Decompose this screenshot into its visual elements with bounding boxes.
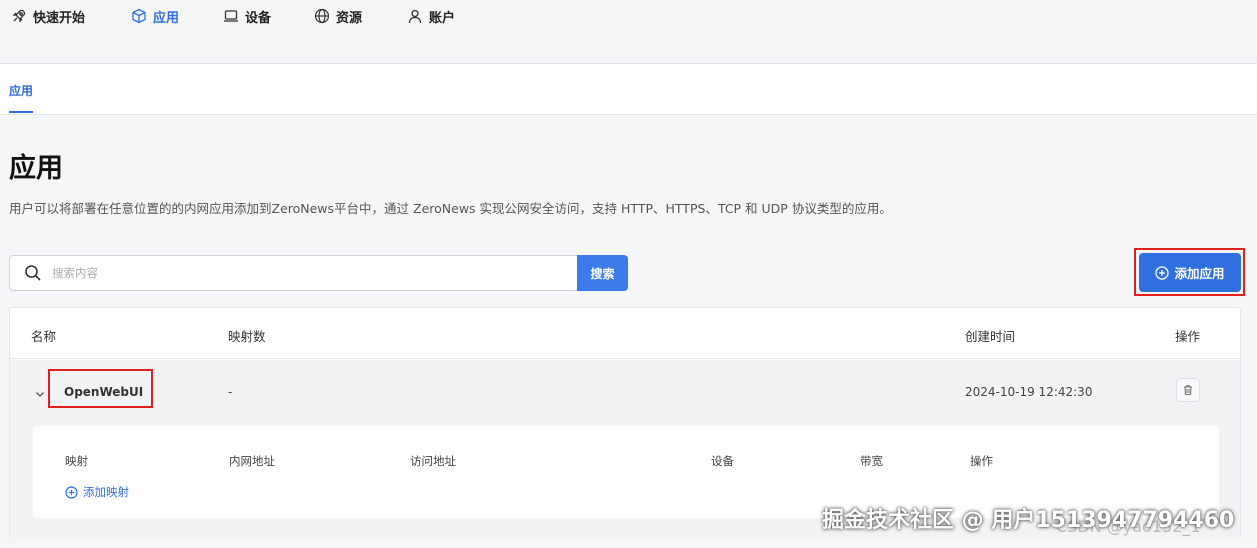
app-name[interactable]: OpenWebUI: [64, 385, 143, 399]
nav-item-resources[interactable]: 资源: [314, 6, 362, 26]
sub-tabs: 应用: [0, 64, 1257, 115]
nav-item-label: 设备: [245, 10, 272, 26]
plus-circle-icon: [1155, 265, 1170, 280]
mapping-header-mapping: 映射: [65, 454, 88, 468]
chevron-down-icon[interactable]: [34, 388, 46, 400]
mapping-header-bandwidth: 带宽: [860, 454, 883, 468]
mapping-header-access: 访问地址: [410, 454, 456, 468]
mapping-header-internal: 内网地址: [229, 454, 275, 468]
column-header-mappings: 映射数: [228, 329, 266, 344]
cube-icon: [132, 8, 146, 24]
add-mapping-label: 添加映射: [83, 485, 129, 499]
column-header-name: 名称: [31, 329, 57, 344]
nav-item-apps[interactable]: 应用: [131, 6, 179, 26]
page-description: 用户可以将部署在任意位置的的内网应用添加到ZeroNews平台中，通过 Zero…: [9, 201, 892, 216]
user-icon: [408, 9, 422, 24]
page-title: 应用: [9, 153, 63, 184]
nav-item-account[interactable]: 账户: [407, 6, 455, 26]
trash-icon: [1184, 385, 1192, 396]
nav-item-label: 账户: [429, 10, 456, 26]
plus-circle-icon: [65, 485, 78, 499]
nav-item-label: 应用: [153, 10, 180, 26]
search-input[interactable]: [52, 266, 578, 280]
nav-item-label: 快速开始: [33, 10, 86, 26]
laptop-icon: [224, 10, 238, 22]
search-box: [9, 255, 578, 291]
search-icon: [25, 265, 41, 281]
nav-item-quick-start[interactable]: 快速开始: [11, 6, 85, 26]
add-mapping-button[interactable]: 添加映射: [65, 484, 129, 500]
delete-button[interactable]: [1176, 378, 1200, 402]
search-button[interactable]: 搜索: [577, 255, 628, 291]
mapping-header-actions: 操作: [970, 454, 993, 468]
column-header-created: 创建时间: [965, 329, 1016, 344]
nav-item-label: 资源: [336, 10, 363, 26]
table-header: 名称 映射数 创建时间 操作: [10, 308, 1240, 359]
watermark: 掘金技术社区 @ 用户1513947794460: [822, 508, 1235, 533]
add-app-label: 添加应用: [1174, 266, 1225, 281]
globe-icon: [314, 8, 330, 24]
mapping-header-device: 设备: [711, 454, 734, 468]
column-header-actions: 操作: [1175, 329, 1201, 344]
nav-item-devices[interactable]: 设备: [223, 6, 271, 26]
add-app-button[interactable]: 添加应用: [1139, 253, 1241, 292]
created-time: 2024-10-19 12:42:30: [965, 385, 1093, 399]
mapping-count: -: [228, 385, 233, 399]
rocket-icon: [12, 9, 26, 23]
tab-apps[interactable]: 应用: [9, 82, 34, 113]
top-navigation: 快速开始 应用 设备 资源 账户: [0, 0, 1257, 64]
